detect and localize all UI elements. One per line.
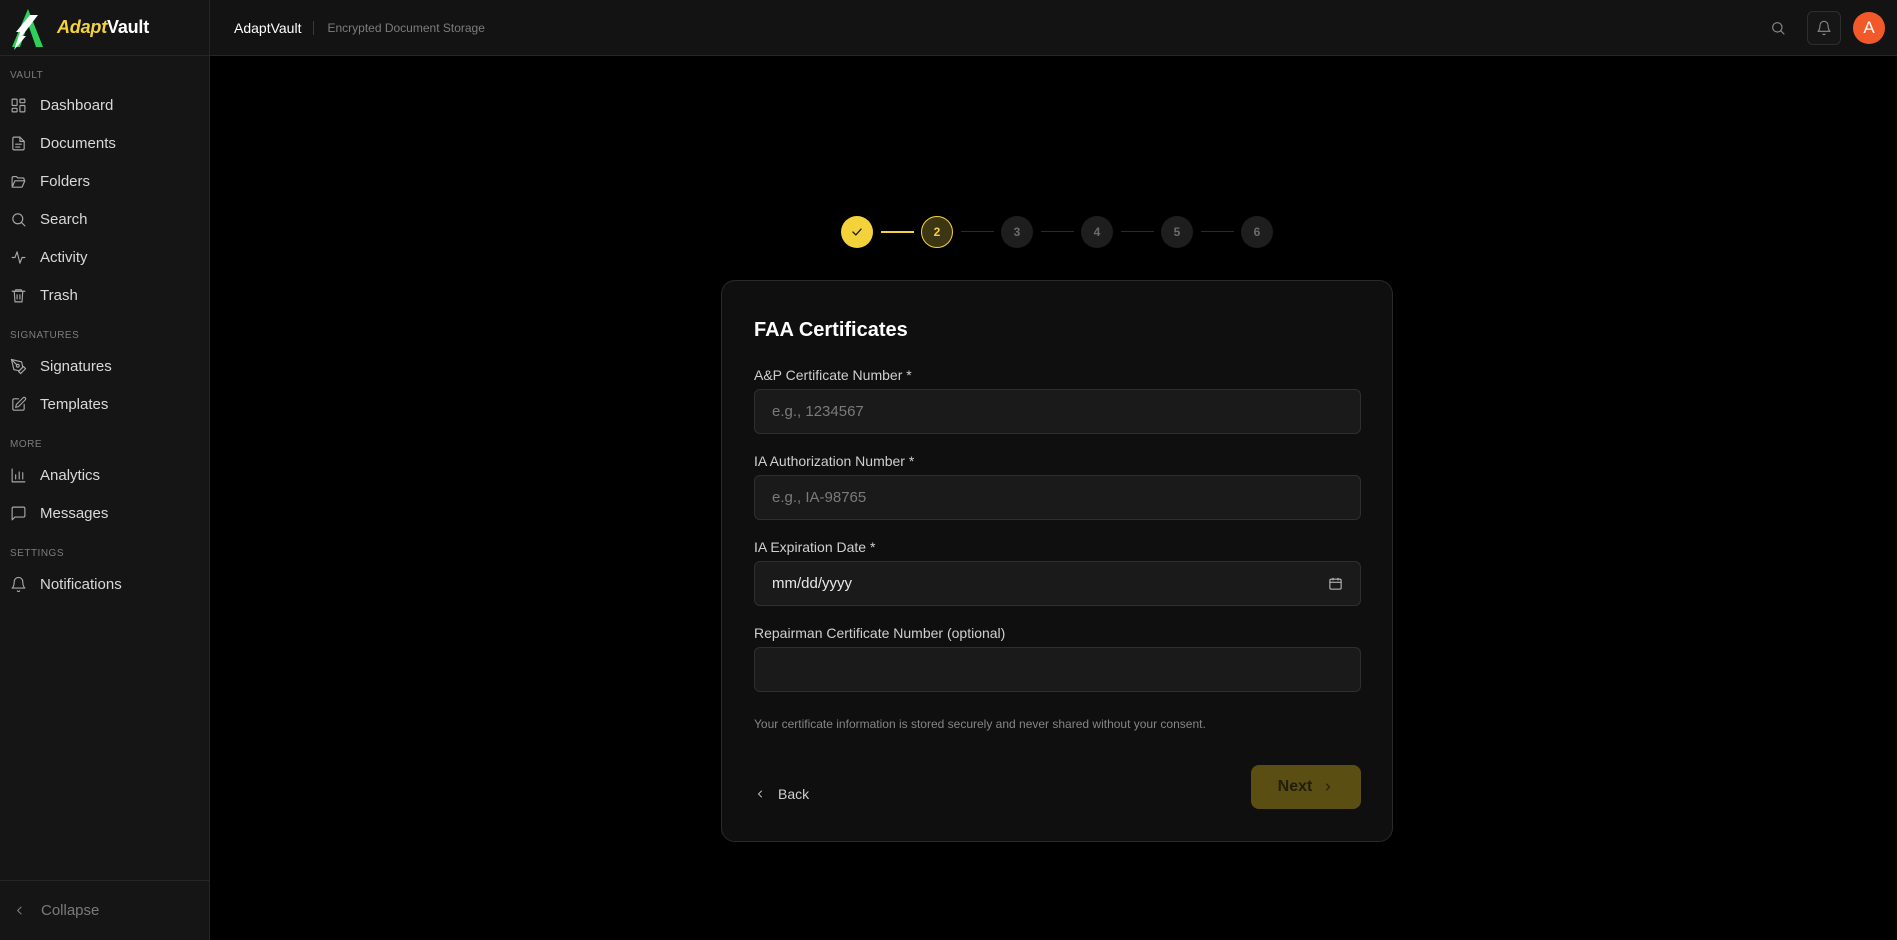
brand-name: AdaptVault — [57, 17, 150, 37]
file-edit-icon — [12, 396, 27, 411]
ap-certificate-label: A&P Certificate Number * — [754, 367, 912, 383]
collapse-label: Collapse — [41, 902, 100, 919]
next-label: Next — [1277, 778, 1313, 795]
step-2-current: 2 — [921, 216, 953, 248]
sidebar-item-documents[interactable]: Documents — [0, 126, 209, 160]
chevron-left-icon — [16, 906, 22, 915]
sidebar-item-label: Search — [40, 210, 88, 228]
sidebar-item-label: Folders — [40, 172, 91, 190]
calendar-icon[interactable] — [1328, 576, 1343, 591]
sidebar-item-activity[interactable]: Activity — [0, 240, 209, 274]
activity-icon — [11, 250, 26, 264]
back-label: Back — [778, 786, 810, 802]
brand[interactable]: AdaptVault — [0, 0, 209, 56]
adaptvault-logo-icon — [12, 8, 43, 50]
sidebar-item-label: Trash — [40, 286, 78, 304]
header-app-name: AdaptVault — [234, 19, 302, 36]
top-header: AdaptVault Encrypted Document Storage A — [210, 0, 1897, 56]
faa-certificates-card: FAA Certificates A&P Certificate Number … — [721, 280, 1393, 842]
pen-tool-icon — [10, 358, 27, 374]
step-3: 3 — [1001, 216, 1033, 248]
sidebar-item-trash[interactable]: Trash — [0, 278, 209, 312]
document-icon — [12, 136, 25, 150]
sidebar-item-analytics[interactable]: Analytics — [0, 458, 209, 492]
sidebar-item-label: Signatures — [40, 357, 112, 375]
step-connector — [881, 231, 914, 233]
sidebar-item-label: Activity — [40, 248, 88, 266]
folder-open-icon — [11, 175, 26, 188]
section-label-vault: VAULT — [10, 70, 44, 81]
bell-icon — [1817, 20, 1831, 36]
ia-authorization-input[interactable]: e.g., IA-98765 — [754, 475, 1361, 520]
sidebar-item-folders[interactable]: Folders — [0, 164, 209, 198]
search-icon — [12, 212, 26, 226]
sidebar: AdaptVault VAULT Dashboard Documents Fol… — [0, 0, 210, 940]
privacy-note: Your certificate information is stored s… — [754, 717, 1206, 731]
trash-icon — [11, 288, 26, 302]
ia-expiration-date-input[interactable]: mm/dd/yyyy — [754, 561, 1361, 606]
step-connector — [961, 231, 994, 232]
sidebar-item-label: Notifications — [40, 575, 122, 593]
step-6: 6 — [1241, 216, 1273, 248]
sidebar-item-label: Messages — [40, 504, 109, 522]
sidebar-item-label: Documents — [40, 134, 116, 152]
step-connector — [1201, 231, 1234, 232]
header-search-button[interactable] — [1768, 18, 1788, 38]
chevron-left-icon — [757, 790, 762, 798]
sidebar-item-label: Analytics — [40, 466, 101, 484]
bell-icon — [11, 576, 26, 592]
step-connector — [1121, 231, 1154, 232]
collapse-button[interactable]: Collapse — [0, 880, 209, 940]
sidebar-item-notifications[interactable]: Notifications — [0, 567, 209, 601]
step-5: 5 — [1161, 216, 1193, 248]
bar-chart-icon — [11, 468, 26, 482]
repairman-certificate-label: Repairman Certificate Number (optional) — [754, 625, 1006, 641]
chevron-right-icon — [1326, 783, 1331, 791]
sidebar-item-messages[interactable]: Messages — [0, 496, 209, 530]
step-4: 4 — [1081, 216, 1113, 248]
dashboard-icon — [11, 98, 26, 112]
ia-expiration-value: mm/dd/yyyy — [772, 575, 853, 592]
ia-authorization-label: IA Authorization Number * — [754, 453, 915, 469]
section-label-more: MORE — [10, 439, 42, 450]
notifications-button[interactable] — [1807, 11, 1841, 45]
section-label-settings: SETTINGS — [10, 548, 65, 559]
step-1-completed — [841, 216, 873, 248]
sidebar-item-label: Dashboard — [40, 96, 114, 114]
next-button[interactable]: Next — [1251, 765, 1361, 809]
ia-expiration-label: IA Expiration Date * — [754, 539, 876, 555]
ia-authorization-placeholder: e.g., IA-98765 — [772, 489, 867, 506]
sidebar-item-signatures[interactable]: Signatures — [0, 349, 209, 383]
check-icon — [852, 228, 862, 236]
back-button[interactable]: Back — [754, 779, 809, 809]
header-divider — [313, 20, 315, 35]
sidebar-item-search[interactable]: Search — [0, 202, 209, 236]
step-connector — [1041, 231, 1074, 232]
sidebar-item-dashboard[interactable]: Dashboard — [0, 88, 209, 122]
user-avatar[interactable]: A — [1853, 12, 1885, 44]
ap-certificate-placeholder: e.g., 1234567 — [772, 403, 864, 420]
message-square-icon — [11, 506, 26, 520]
card-title: FAA Certificates — [754, 319, 908, 341]
sidebar-item-label: Templates — [40, 395, 109, 413]
search-icon — [1772, 22, 1785, 35]
section-label-signatures: SIGNATURES — [10, 330, 80, 341]
header-subtitle: Encrypted Document Storage — [327, 20, 485, 35]
sidebar-item-templates[interactable]: Templates — [0, 387, 209, 421]
ap-certificate-input[interactable]: e.g., 1234567 — [754, 389, 1361, 434]
repairman-certificate-input[interactable] — [754, 647, 1361, 692]
